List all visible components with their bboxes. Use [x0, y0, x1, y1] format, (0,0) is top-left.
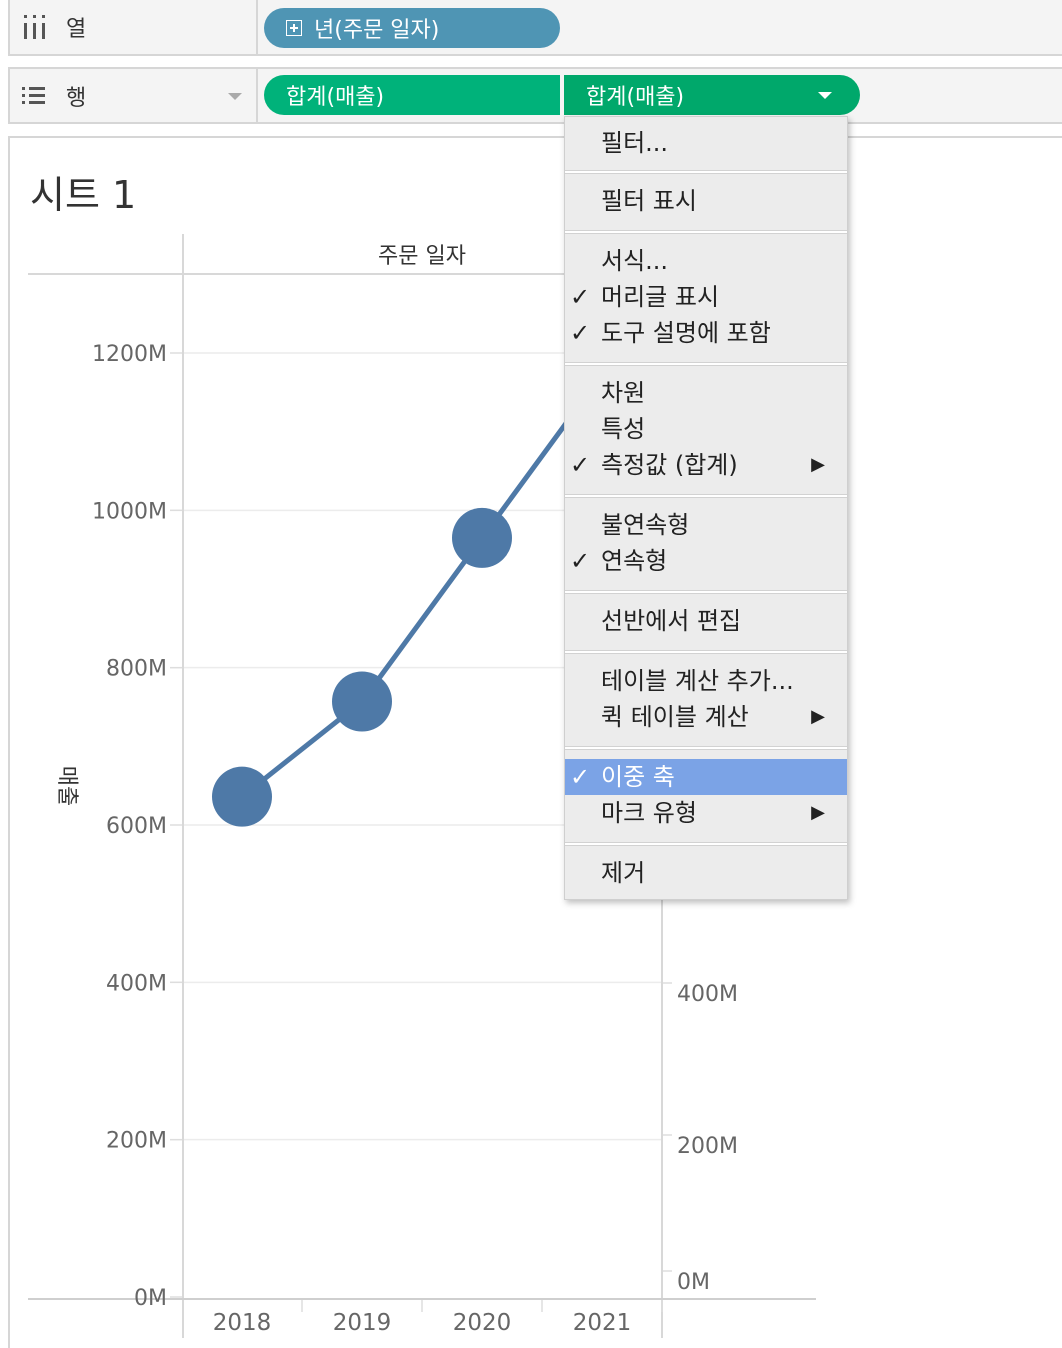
y2-tick-label: 0M [677, 1270, 710, 1295]
submenu-arrow-icon: ▶ [811, 706, 825, 727]
menu-item[interactable]: ✓ 이중 축 [565, 759, 847, 795]
menu-item[interactable]: 선반에서 편집 [565, 603, 847, 639]
x-tick-label: 2021 [573, 1310, 632, 1336]
data-point [212, 766, 272, 827]
menu-item[interactable]: ✓ 머리글 표시 [565, 279, 847, 315]
y-tick-label: 800M [106, 657, 167, 682]
x-tick-label: 2019 [333, 1310, 392, 1336]
data-point [452, 507, 512, 568]
menu-item-label: 측정값 (합계) [601, 451, 738, 479]
menu-separator [565, 170, 847, 174]
y-tick-label: 0M [134, 1286, 167, 1311]
menu-item[interactable]: 필터 표시 [565, 183, 847, 219]
y-tick-label: 200M [106, 1129, 167, 1154]
x-tick-label: 2018 [213, 1310, 272, 1336]
submenu-arrow-icon: ▶ [811, 802, 825, 823]
checkmark-icon: ✓ [570, 319, 591, 347]
menu-item-label: 제거 [601, 859, 646, 887]
chart-marks [212, 375, 603, 827]
x-tick-label: 2020 [453, 1310, 512, 1336]
y-axis-title: 매출 [54, 766, 79, 806]
menu-item-label: 차원 [601, 379, 646, 407]
y2-tick-label: 400M [677, 982, 738, 1007]
menu-item[interactable]: 퀵 테이블 계산 ▶ [565, 699, 847, 735]
y-tick-label: 1200M [92, 342, 167, 367]
menu-item[interactable]: 제거 [565, 855, 847, 891]
menu-item-label: 불연속형 [601, 511, 690, 539]
y-tick-label: 400M [106, 971, 167, 996]
menu-item-label: 서식... [601, 247, 669, 275]
menu-item[interactable]: ✓ 도구 설명에 포함 [565, 315, 847, 351]
menu-item-label: 마크 유형 [601, 799, 697, 827]
menu-item-label: 이중 축 [601, 763, 675, 791]
menu-item-label: 선반에서 편집 [601, 607, 742, 635]
menu-item-label: 테이블 계산 추가... [601, 667, 794, 695]
y2-tick-label: 200M [677, 1134, 738, 1159]
checkmark-icon: ✓ [570, 283, 591, 311]
menu-item-label: 머리글 표시 [601, 283, 720, 311]
menu-separator [565, 650, 847, 654]
pill-context-menu: 필터... 필터 표시서식... ✓ 머리글 표시 ✓ 도구 설명에 포함차원특성 ✓ 측정값… [564, 116, 848, 900]
menu-separator [565, 230, 847, 234]
y-tick-label: 1000M [92, 499, 167, 524]
menu-item[interactable]: 특성 [565, 411, 847, 447]
line-chart: 0M 200M 400M 600M 800M 1000M 1200M 0M 200M 400M 주문… [28, 234, 816, 1338]
menu-item-label: 도구 설명에 포함 [601, 319, 771, 347]
menu-item-label: 필터... [601, 129, 669, 157]
submenu-arrow-icon: ▶ [811, 454, 825, 475]
menu-separator [565, 842, 847, 846]
data-point [332, 671, 392, 732]
checkmark-icon: ✓ [570, 451, 591, 479]
series-line [240, 375, 603, 799]
menu-separator [565, 494, 847, 498]
menu-item[interactable]: 서식... [565, 243, 847, 279]
menu-item[interactable]: 테이블 계산 추가... [565, 663, 847, 699]
menu-item-label: 필터 표시 [601, 187, 697, 215]
menu-item-label: 연속형 [601, 547, 668, 575]
menu-item[interactable]: 마크 유형 ▶ [565, 795, 847, 831]
menu-item-label: 퀵 테이블 계산 [601, 703, 749, 731]
menu-separator [565, 746, 847, 750]
menu-item[interactable]: ✓ 연속형 [565, 543, 847, 579]
checkmark-icon: ✓ [570, 547, 591, 575]
menu-item-label: 특성 [601, 415, 646, 443]
checkmark-icon: ✓ [570, 763, 591, 791]
menu-separator [565, 362, 847, 366]
menu-item[interactable]: 불연속형 [565, 507, 847, 543]
menu-item[interactable]: ✓ 측정값 (합계) ▶ [565, 447, 847, 483]
column-header-label: 주문 일자 [378, 244, 466, 269]
y-tick-label: 600M [106, 814, 167, 839]
menu-item[interactable]: 필터... [565, 125, 847, 161]
menu-separator [565, 590, 847, 594]
menu-item[interactable]: 차원 [565, 375, 847, 411]
